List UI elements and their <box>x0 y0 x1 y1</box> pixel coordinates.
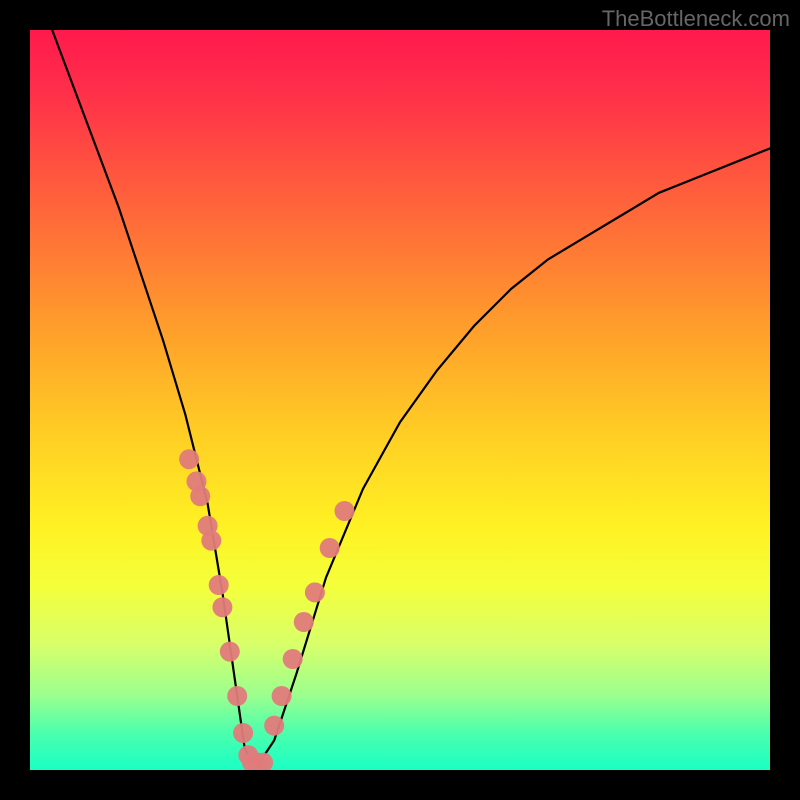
highlight-dots-left <box>179 449 258 765</box>
bottleneck-curve <box>52 30 770 763</box>
chart-background <box>30 30 770 770</box>
chart-svg <box>30 30 770 770</box>
watermark-text: TheBottleneck.com <box>602 6 790 32</box>
highlight-dots-bottom <box>242 753 273 770</box>
highlight-dots-right <box>264 501 354 736</box>
